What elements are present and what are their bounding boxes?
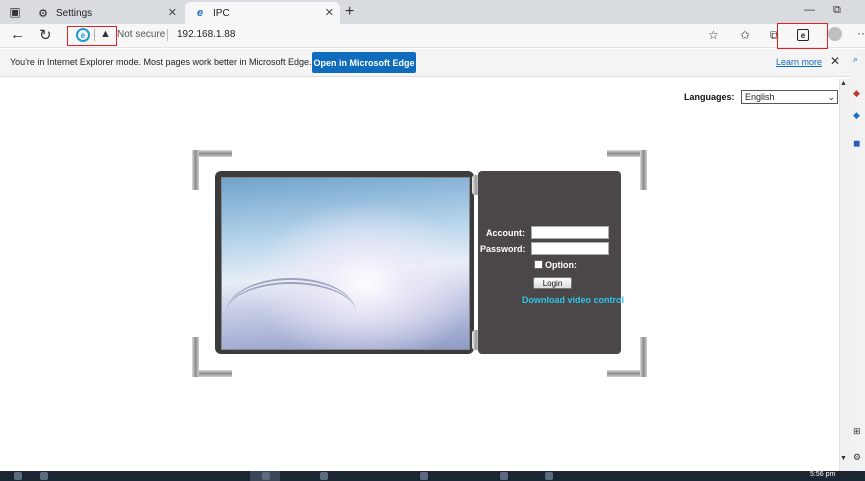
tab-title: IPC bbox=[213, 7, 230, 19]
url-field[interactable]: 192.168.1.88 bbox=[177, 29, 235, 40]
gear-icon[interactable]: ⚙ bbox=[853, 452, 861, 463]
scroll-up-icon[interactable]: ▲ bbox=[840, 80, 847, 87]
option-checkbox[interactable] bbox=[534, 260, 543, 269]
learn-more-link[interactable]: Learn more bbox=[776, 57, 822, 67]
infobar-message: You're in Internet Explorer mode. Most p… bbox=[10, 57, 312, 67]
option-label: Option: bbox=[545, 260, 577, 270]
ie-mode-button-icon[interactable]: e bbox=[797, 29, 809, 41]
divider bbox=[94, 29, 95, 41]
taskbar bbox=[0, 471, 865, 481]
gear-icon[interactable] bbox=[545, 472, 553, 480]
tab-ipc[interactable]: e IPC ✕ bbox=[185, 2, 340, 24]
tools-icon[interactable]: ◆ bbox=[853, 110, 860, 121]
page-scrollbar[interactable] bbox=[839, 79, 850, 471]
restore-button[interactable]: ⧉ bbox=[833, 4, 841, 17]
taskbar-app-icon[interactable] bbox=[320, 472, 328, 480]
warning-icon[interactable]: ▲ bbox=[100, 28, 111, 40]
tab-title: Settings bbox=[56, 7, 93, 19]
language-selected-value: English bbox=[745, 92, 775, 102]
taskbar-clock: 5:56 pm bbox=[810, 471, 836, 478]
sidebar-customize-icon[interactable]: ⊞ bbox=[853, 426, 861, 437]
gear-icon: ⚙ bbox=[38, 7, 48, 20]
new-tab-button[interactable]: + bbox=[345, 3, 354, 21]
account-label: Account: bbox=[486, 228, 525, 238]
tab-actions-icon[interactable]: ▣ bbox=[6, 3, 24, 21]
search-icon[interactable]: ⌕ bbox=[853, 54, 858, 65]
close-icon[interactable]: ✕ bbox=[325, 6, 334, 19]
back-button[interactable]: ← bbox=[10, 26, 25, 43]
edge-taskbar-icon[interactable] bbox=[262, 472, 270, 480]
password-label: Password: bbox=[480, 244, 526, 254]
start-icon[interactable] bbox=[14, 472, 22, 480]
taskbar-app-icon[interactable] bbox=[500, 472, 508, 480]
login-button[interactable]: Login bbox=[533, 277, 572, 289]
add-favorite-icon[interactable]: ☆ bbox=[708, 28, 719, 42]
password-input[interactable] bbox=[531, 242, 609, 255]
open-in-edge-button[interactable]: Open in Microsoft Edge bbox=[312, 52, 416, 73]
minimize-button[interactable]: — bbox=[804, 4, 815, 16]
favorites-icon[interactable]: ✩ bbox=[740, 28, 750, 42]
search-icon[interactable] bbox=[40, 472, 48, 480]
close-icon[interactable]: ✕ bbox=[168, 6, 177, 19]
language-select[interactable]: English ⌄ bbox=[741, 90, 838, 104]
account-input[interactable] bbox=[531, 226, 609, 239]
taskbar-app-icon[interactable] bbox=[420, 472, 428, 480]
languages-label: Languages: bbox=[684, 92, 735, 102]
ie-mode-page-icon[interactable]: e bbox=[76, 28, 90, 42]
shopping-icon[interactable]: ◆ bbox=[853, 88, 860, 99]
close-icon[interactable]: ✕ bbox=[830, 54, 840, 68]
scroll-down-icon[interactable]: ▼ bbox=[840, 455, 847, 462]
chevron-down-icon: ⌄ bbox=[827, 92, 835, 102]
login-banner-image-detail bbox=[226, 278, 356, 348]
security-status[interactable]: Not secure bbox=[117, 29, 165, 40]
divider bbox=[167, 29, 168, 41]
tab-settings[interactable]: ⚙ Settings ✕ bbox=[28, 2, 183, 24]
ie-icon: e bbox=[196, 7, 204, 19]
profile-avatar[interactable] bbox=[828, 27, 842, 41]
office-icon[interactable]: ◼ bbox=[853, 138, 860, 149]
refresh-button[interactable]: ↻ bbox=[39, 26, 52, 44]
more-icon[interactable]: ··· bbox=[857, 26, 865, 40]
download-video-control-link[interactable]: Download video control bbox=[522, 295, 624, 305]
